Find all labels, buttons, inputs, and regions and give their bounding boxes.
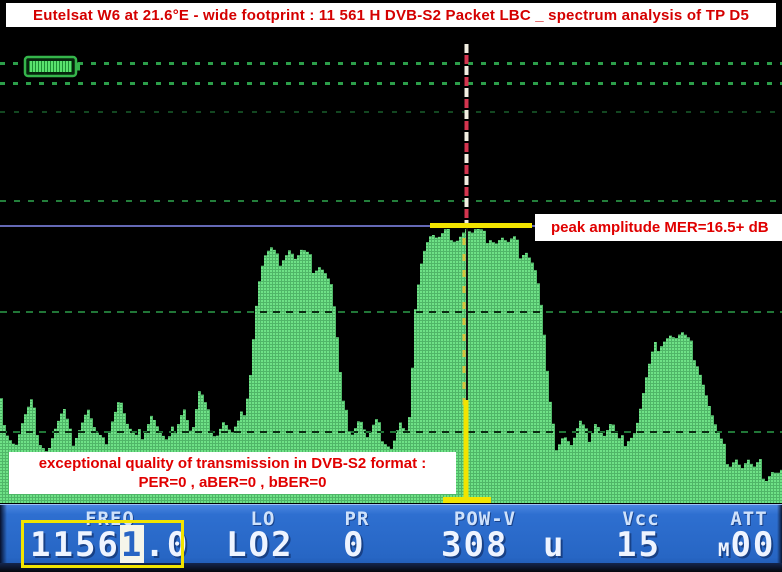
freq-digit-cursor[interactable]: 1	[120, 525, 144, 565]
status-bar-left-shade	[0, 505, 7, 572]
att-mode-prefix: M	[718, 539, 730, 561]
pow-v-unit: u	[543, 525, 565, 565]
quality-line-1: exceptional quality of transmission in D…	[9, 454, 456, 473]
freq-digits-prefix: 1156	[30, 525, 120, 565]
pr-value: 0	[343, 525, 365, 565]
peak-pointer-line	[430, 223, 532, 228]
cursor-base-tick	[443, 497, 491, 503]
status-bar-right-shade	[777, 505, 782, 572]
battery-icon	[25, 57, 80, 76]
freq-value[interactable]: 11561.0	[30, 525, 189, 565]
pow-v-value: 308	[441, 525, 508, 565]
lo-value: LO2	[226, 525, 293, 565]
title-text: Eutelsat W6 at 21.6°E - wide footprint :…	[33, 7, 749, 24]
att-value: M00	[718, 525, 775, 565]
att-digits: 00	[730, 525, 775, 565]
meter-screen: Eutelsat W6 at 21.6°E - wide footprint :…	[0, 0, 782, 572]
quality-line-2: PER=0 , aBER=0 , bBER=0	[9, 473, 456, 492]
freq-digits-suffix: .0	[144, 525, 189, 565]
status-bar-bottom-shade	[0, 563, 782, 572]
vcc-value: 15	[616, 525, 661, 565]
title-banner: Eutelsat W6 at 21.6°E - wide footprint :…	[5, 2, 777, 28]
status-bar: FREQ LO PR POW-V Vcc ATT 11561.0 LO2 0 3…	[0, 504, 782, 572]
quality-annotation: exceptional quality of transmission in D…	[9, 452, 456, 494]
peak-amplitude-label: peak amplitude MER=16.5+ dB	[535, 214, 782, 241]
